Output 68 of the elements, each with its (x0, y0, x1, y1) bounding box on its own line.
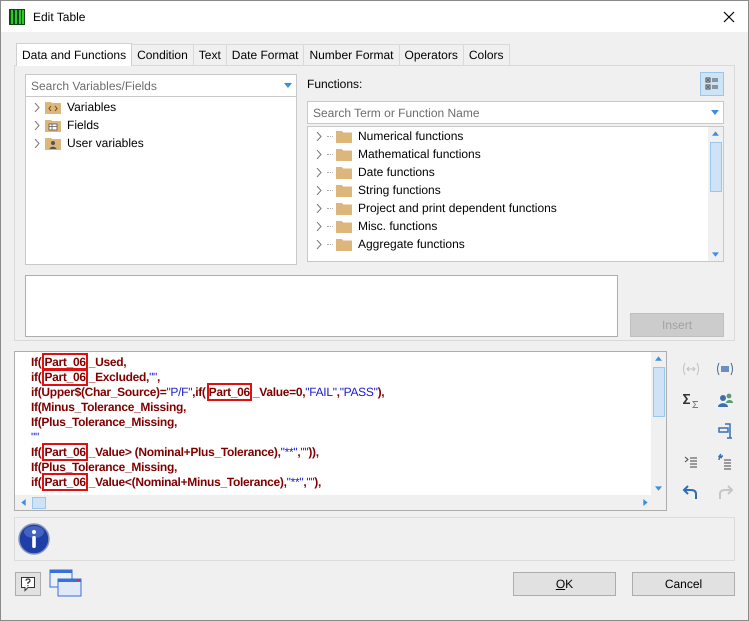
tree-item[interactable]: Mathematical functions (358, 147, 481, 161)
scrollbar[interactable] (708, 127, 723, 261)
ok-button[interactable]: OK (513, 572, 616, 596)
scroll-down-icon[interactable] (655, 486, 662, 491)
folder-icon (336, 184, 352, 196)
help-icon (20, 576, 36, 592)
tree-item[interactable]: Numerical functions (358, 129, 464, 143)
chevron-icon[interactable] (34, 120, 40, 130)
folder-icon (45, 118, 61, 132)
dropdown-icon[interactable] (711, 110, 719, 115)
dropdown-icon[interactable] (284, 83, 292, 88)
tree-item[interactable]: User variables (67, 136, 144, 150)
code-line: If( Part_06 _Value> (Nominal+Plus_Tolerance),"**","")), (31, 445, 320, 460)
scrollbar[interactable] (15, 495, 666, 510)
chevron-icon[interactable] (316, 204, 322, 212)
chevron-icon[interactable] (316, 186, 322, 194)
chevron-icon[interactable] (34, 138, 40, 148)
folder-icon (45, 100, 61, 114)
functions-label: Functions: (307, 77, 362, 91)
code-line: If(Minus_Tolerance_Missing, (31, 400, 188, 415)
scroll-up-icon[interactable] (655, 356, 662, 361)
chevron-icon[interactable] (316, 150, 322, 158)
window-title: Edit Table (33, 10, 86, 24)
tab[interactable]: Data and Functions (16, 43, 132, 66)
tree-item[interactable]: String functions (358, 183, 441, 197)
chevron-icon[interactable] (316, 240, 322, 248)
code-line: If(Plus_Tolerance_Missing, (31, 460, 178, 475)
help-button[interactable] (15, 572, 41, 596)
tree-item[interactable]: Date functions (358, 165, 435, 179)
search-field[interactable]: Search Term or Function Name (307, 101, 724, 124)
code-line: If(Plus_Tolerance_Missing, (31, 415, 178, 430)
folder-icon (336, 130, 352, 142)
info-icon (18, 523, 50, 555)
chevron-icon[interactable] (316, 168, 322, 176)
code-line: if( Part_06 _Excluded,"", (31, 370, 162, 385)
scroll-left-icon[interactable] (21, 499, 26, 506)
folder-icon (336, 166, 352, 178)
folder-icon (336, 202, 352, 214)
tree-item[interactable]: Aggregate functions (358, 237, 465, 251)
folder-icon (336, 148, 352, 160)
scroll-right-icon[interactable] (643, 499, 648, 506)
scroll-up-icon[interactable] (712, 131, 719, 136)
tree-item[interactable]: Project and print dependent functions (358, 201, 557, 215)
folder-icon (45, 136, 61, 150)
app-icon (9, 8, 25, 24)
windows-icon[interactable] (49, 569, 83, 599)
view-toggle-button[interactable] (700, 72, 724, 96)
chevron-icon[interactable] (316, 132, 322, 140)
formula-editor[interactable] (14, 351, 667, 511)
code-line: if( Part_06 _Value<(Nominal+Minus_Tolerance),"**",""), (31, 475, 322, 490)
code-line: if(Upper$(Char_Source)="P/F",if( Part_06 _Value=0,"FAIL","PASS"), (31, 385, 386, 400)
tab[interactable]: Colors (462, 44, 510, 65)
folder-icon (336, 220, 352, 232)
search-field[interactable]: Search Variables/Fields (25, 74, 297, 97)
folder-icon (336, 238, 352, 250)
close-icon[interactable] (723, 10, 735, 22)
scroll-thumb[interactable] (32, 496, 46, 508)
code-line: "" (31, 430, 40, 445)
chevron-icon[interactable] (34, 102, 40, 112)
tree-item[interactable]: Fields (67, 118, 100, 132)
tree-item[interactable]: Misc. functions (358, 219, 438, 233)
scroll-down-icon[interactable] (712, 252, 719, 257)
chevron-icon[interactable] (316, 222, 322, 230)
tree-item[interactable]: Variables (67, 100, 116, 114)
code-line: If( Part_06 _Used, (31, 355, 128, 370)
cancel-button[interactable]: Cancel (632, 572, 735, 596)
scrollbar[interactable] (651, 352, 666, 495)
tree-view-icon (705, 77, 719, 91)
